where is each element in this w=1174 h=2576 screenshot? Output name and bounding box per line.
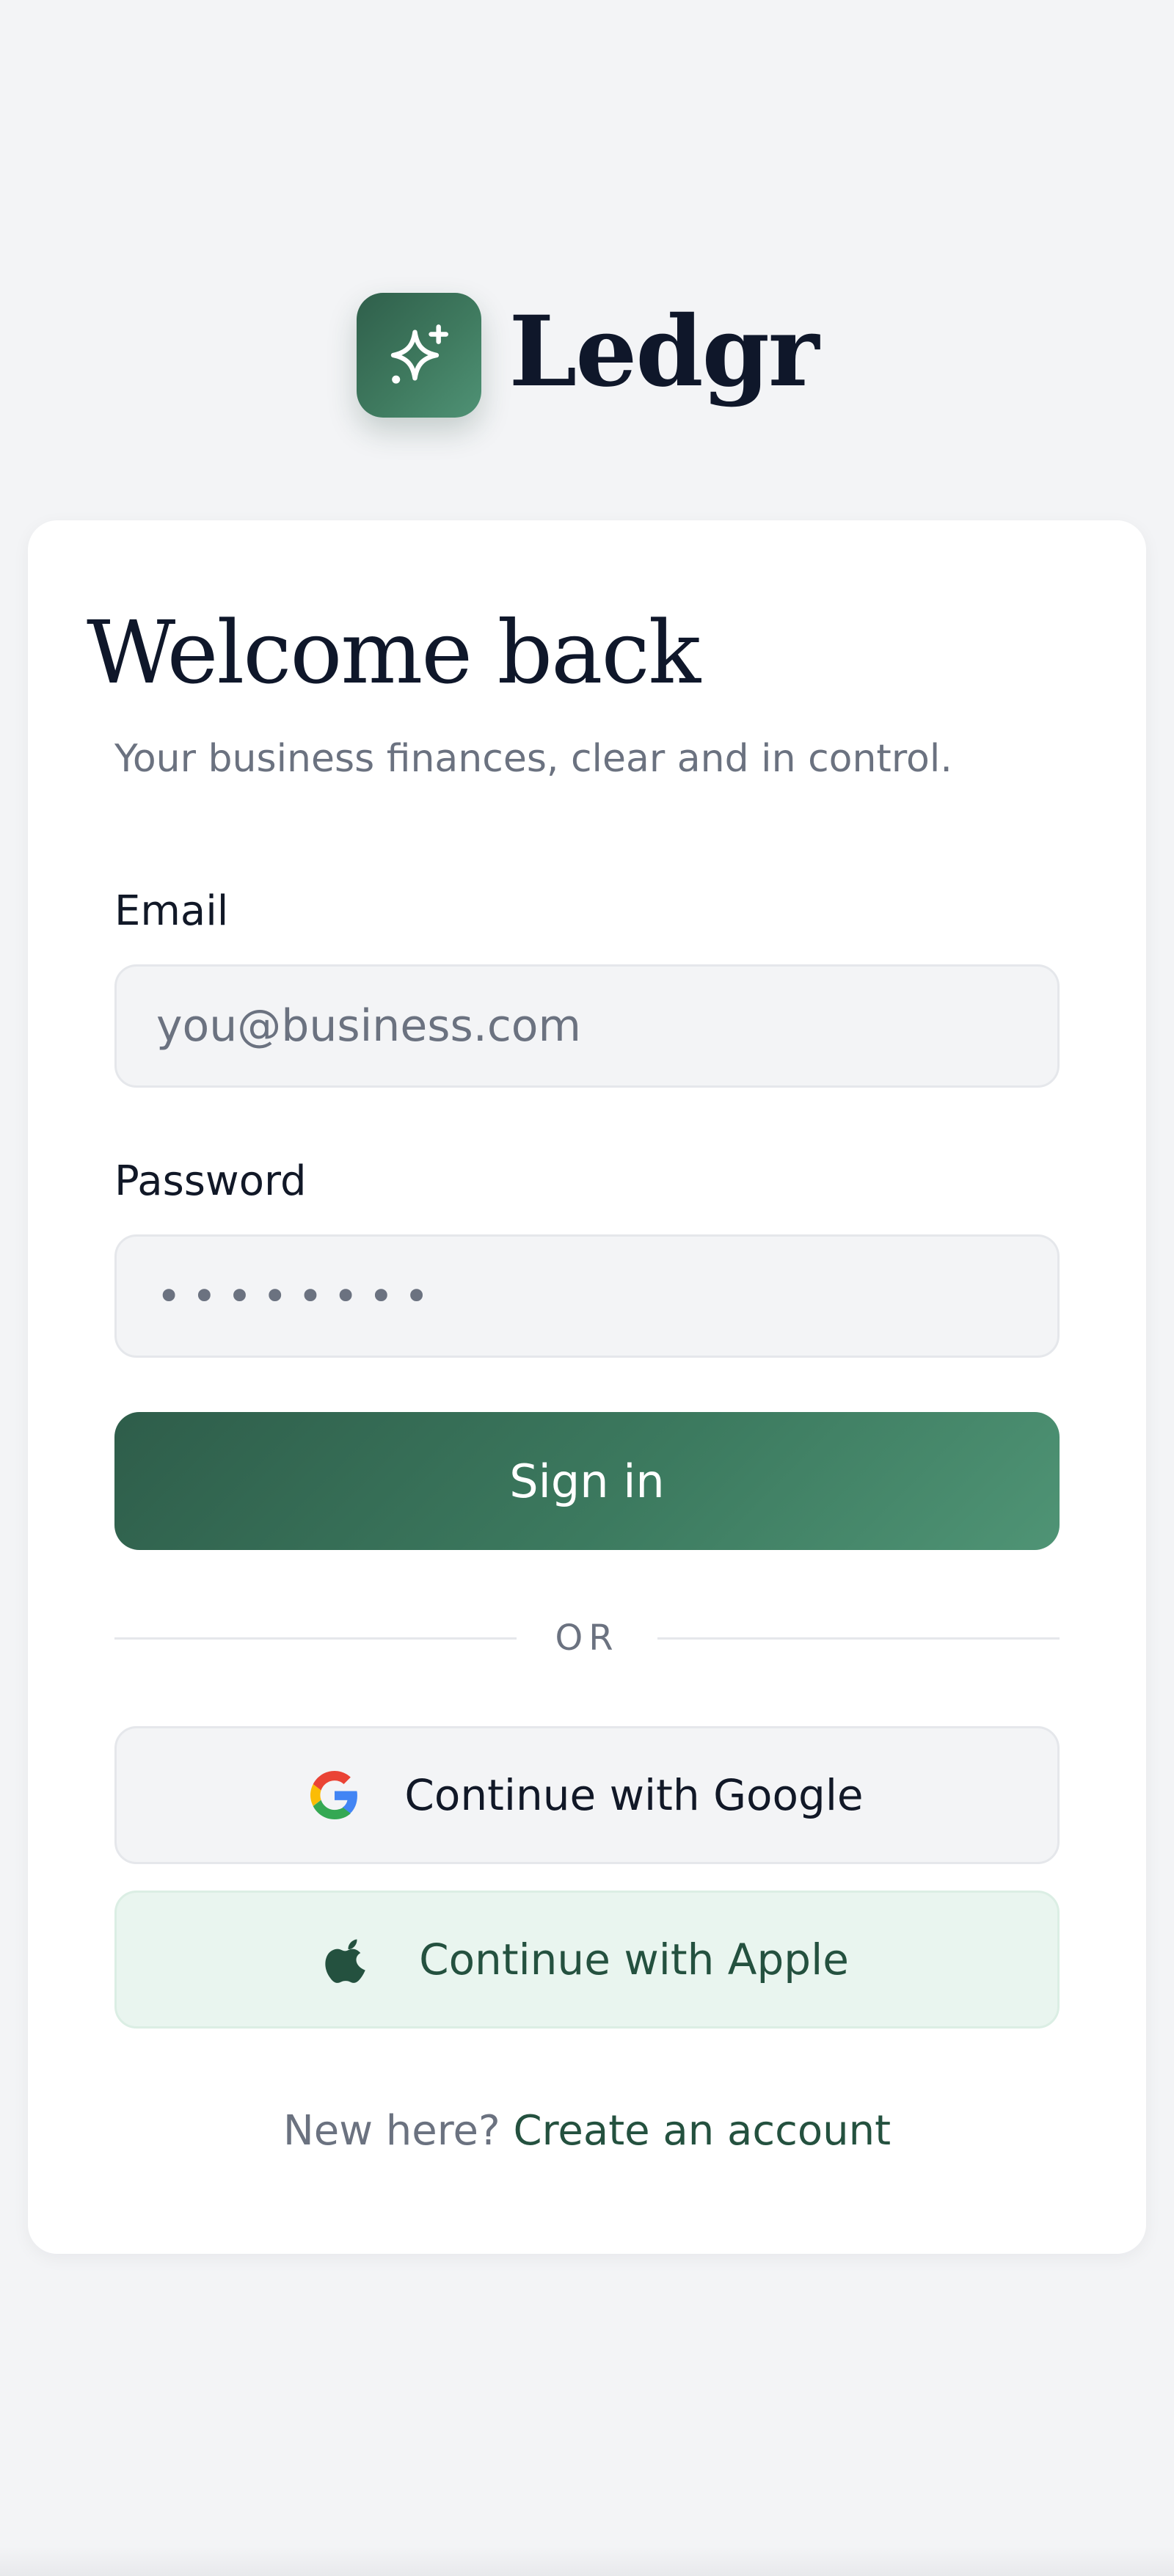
or-divider: OR [114,1615,1060,1662]
signup-prompt: New here? Create an account [0,2111,1174,2152]
page-subtitle: Your business finances, clear and in con… [114,737,952,781]
apple-button-label: Continue with Apple [419,1935,849,1984]
divider-line-right [657,1637,1060,1640]
email-field-box[interactable] [114,964,1060,1088]
password-field-box[interactable] [114,1234,1060,1358]
bottom-edge-shade [0,2547,1174,2576]
sparkles-icon [390,324,448,384]
page-title: Welcome back [87,602,701,703]
signup-prompt-text: New here? [282,2107,500,2155]
continue-with-google-button[interactable]: Continue with Google [114,1726,1060,1864]
google-button-label: Continue with Google [404,1770,864,1820]
logo-badge [356,293,481,418]
divider-line-left [114,1637,517,1640]
email-field[interactable] [156,1000,1018,1052]
divider-label: OR [555,1618,619,1659]
brand-header: Ledgr [0,292,1174,418]
email-label: Email [114,887,229,935]
create-account-link[interactable]: Create an account [514,2107,892,2155]
brand-name: Ledgr [508,295,820,409]
sign-in-button[interactable]: Sign in [114,1412,1060,1550]
google-icon [310,1771,358,1819]
password-field[interactable] [156,1271,1018,1321]
continue-with-apple-button[interactable]: Continue with Apple [114,1891,1060,2029]
apple-icon [325,1939,365,1983]
password-label: Password [114,1157,307,1205]
